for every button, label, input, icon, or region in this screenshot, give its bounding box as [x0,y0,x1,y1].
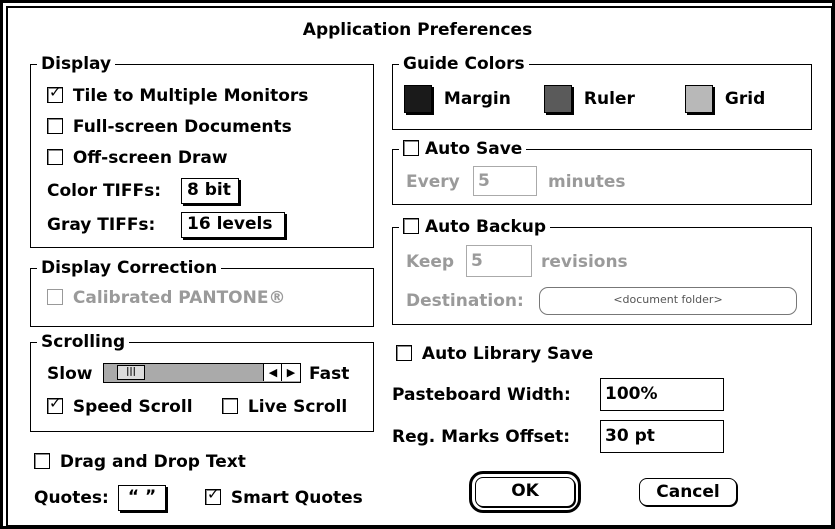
fullscreen-documents-label: Full-screen Documents [72,117,292,137]
tile-monitors-option[interactable]: ✓ Tile to Multiple Monitors [47,83,309,106]
reg-marks-offset-field[interactable]: 30 pt [600,420,724,453]
margin-color-swatch[interactable] [404,85,432,113]
tile-monitors-checkbox[interactable]: ✓ [47,83,63,103]
fullscreen-documents-option[interactable]: Full-screen Documents [47,117,292,137]
drag-drop-text-checkbox[interactable] [34,453,50,469]
grid-label: Grid [724,89,766,109]
destination-button[interactable]: <document folder> [539,287,797,315]
quotes-label: Quotes: [34,488,109,508]
guide-color-margin[interactable]: Margin [404,85,511,113]
auto-backup-label: Auto Backup [425,217,547,237]
drag-drop-text-option[interactable]: Drag and Drop Text [34,452,246,472]
tile-monitors-label: Tile to Multiple Monitors [72,86,309,106]
auto-library-save-label: Auto Library Save [421,344,594,364]
fullscreen-documents-checkbox[interactable] [47,118,63,134]
checkmark-icon: ✓ [49,83,62,101]
gray-tiffs-popup[interactable]: 16 levels [181,212,285,238]
guide-color-grid[interactable]: Grid [685,85,765,113]
smart-quotes-checkbox[interactable]: ✓ [205,485,221,505]
ruler-color-swatch[interactable] [544,85,572,113]
scroll-speed-slider[interactable]: ||| ◀ ▶ [103,363,301,383]
slider-thumb[interactable]: ||| [117,365,145,380]
slider-left-arrow-icon[interactable]: ◀ [263,364,282,381]
color-tiffs-label: Color TIFFs: [47,181,162,201]
smart-quotes-label: Smart Quotes [230,488,363,508]
calibrated-pantone-checkbox[interactable] [47,289,63,305]
drag-drop-text-label: Drag and Drop Text [59,452,246,472]
speed-scroll-checkbox[interactable]: ✓ [47,394,63,414]
grid-color-swatch[interactable] [685,85,713,113]
auto-save-legend[interactable]: Auto Save [399,139,527,159]
keep-label: Keep [406,252,455,272]
guide-colors-legend: Guide Colors [399,54,529,74]
ok-button[interactable]: OK [469,471,581,513]
auto-library-save-checkbox[interactable] [396,345,412,361]
cancel-button[interactable]: Cancel [639,478,737,506]
auto-backup-revisions-field[interactable]: 5 [466,245,532,277]
gray-tiffs-label: Gray TIFFs: [47,215,156,235]
minutes-label: minutes [548,172,626,192]
live-scroll-option[interactable]: Live Scroll [222,397,347,417]
auto-backup-legend[interactable]: Auto Backup [399,217,551,237]
calibrated-pantone-label: Calibrated PANTONE® [72,288,286,308]
pasteboard-width-label: Pasteboard Width: [392,385,571,405]
speed-scroll-label: Speed Scroll [72,397,193,417]
offscreen-draw-option[interactable]: Off-screen Draw [47,148,228,168]
guide-color-ruler[interactable]: Ruler [544,85,635,113]
fast-label: Fast [309,364,350,384]
slow-label: Slow [47,364,93,384]
auto-library-save-option[interactable]: Auto Library Save [396,344,593,364]
display-legend: Display [37,54,116,74]
dialog-title: Application Preferences [302,20,533,40]
checkmark-icon: ✓ [207,485,220,503]
live-scroll-label: Live Scroll [247,397,348,417]
pasteboard-width-field[interactable]: 100% [600,378,724,411]
auto-backup-checkbox[interactable] [403,218,419,234]
color-tiffs-popup[interactable]: 8 bit [181,178,239,204]
margin-label: Margin [443,89,511,109]
revisions-label: revisions [541,252,628,272]
display-correction-legend: Display Correction [37,258,222,278]
offscreen-draw-label: Off-screen Draw [72,148,228,168]
destination-label: Destination: [406,291,524,311]
checkmark-icon: ✓ [49,394,62,412]
scrolling-legend: Scrolling [37,332,130,352]
offscreen-draw-checkbox[interactable] [47,149,63,165]
quotes-popup[interactable]: “ ” [118,485,166,511]
auto-save-minutes-field[interactable]: 5 [473,166,537,196]
scrolling-group: Scrolling [30,332,374,432]
auto-save-checkbox[interactable] [403,140,419,156]
auto-save-label: Auto Save [425,139,523,159]
speed-scroll-option[interactable]: ✓ Speed Scroll [47,394,193,417]
slider-right-arrow-icon[interactable]: ▶ [281,364,300,381]
smart-quotes-option[interactable]: ✓ Smart Quotes [205,485,363,508]
ruler-label: Ruler [583,89,635,109]
live-scroll-checkbox[interactable] [222,398,238,414]
calibrated-pantone-option[interactable]: Calibrated PANTONE® [47,288,285,308]
reg-marks-offset-label: Reg. Marks Offset: [392,427,571,447]
every-label: Every [406,172,460,192]
